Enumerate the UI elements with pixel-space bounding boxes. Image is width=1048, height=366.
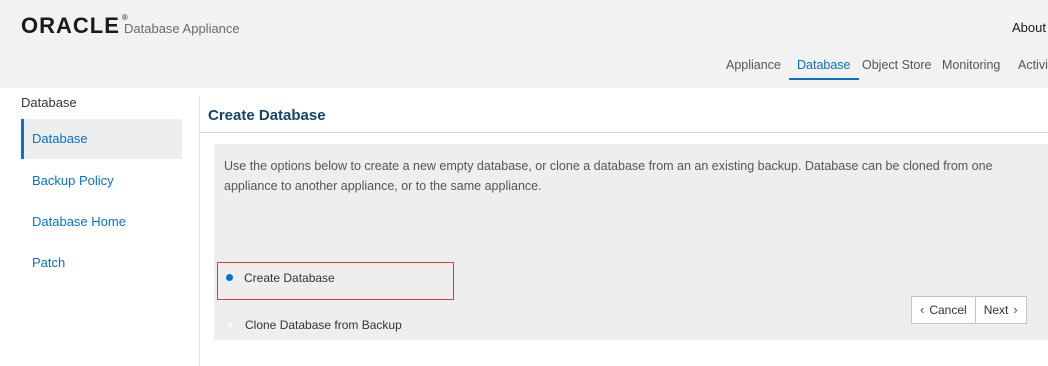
product-name: Database Appliance — [124, 21, 240, 36]
sidebar-item-database[interactable]: Database — [21, 119, 182, 159]
tab-object-store[interactable]: Object Store — [862, 58, 931, 78]
chevron-right-icon: › — [1013, 302, 1018, 317]
cancel-button[interactable]: ‹ Cancel — [912, 297, 975, 323]
main-panel: Create Database Use the options below to… — [199, 96, 1048, 366]
sidebar-item-backup-policy[interactable]: Backup Policy — [21, 161, 182, 201]
tab-appliance[interactable]: Appliance — [726, 58, 781, 78]
tab-database[interactable]: Database — [789, 58, 859, 80]
sidebar-item-patch[interactable]: Patch — [21, 243, 182, 283]
tab-activity[interactable]: Activit — [1018, 58, 1048, 78]
next-button[interactable]: Next › — [974, 297, 1026, 323]
app-header: ORACLE ® Database Appliance About Applian… — [0, 0, 1048, 88]
option-clone-database[interactable]: Clone Database from Backup — [224, 318, 402, 338]
page-title: Create Database — [208, 107, 326, 124]
chevron-left-icon: ‹ — [920, 302, 925, 317]
clone-option-highlight — [217, 262, 454, 300]
form-description: Use the options below to create a new em… — [224, 159, 993, 193]
wizard-buttons: ‹ Cancel Next › — [911, 296, 1027, 324]
radio-unselected-icon[interactable] — [226, 320, 234, 329]
option-label: Clone Database from Backup — [245, 318, 402, 332]
sidebar-title: Database — [21, 95, 77, 110]
oracle-logo: ORACLE ® — [21, 13, 129, 38]
about-link[interactable]: About — [1012, 20, 1046, 35]
sidebar-item-database-home[interactable]: Database Home — [21, 202, 182, 242]
title-divider — [200, 132, 1048, 133]
tab-monitoring[interactable]: Monitoring — [942, 58, 1000, 78]
